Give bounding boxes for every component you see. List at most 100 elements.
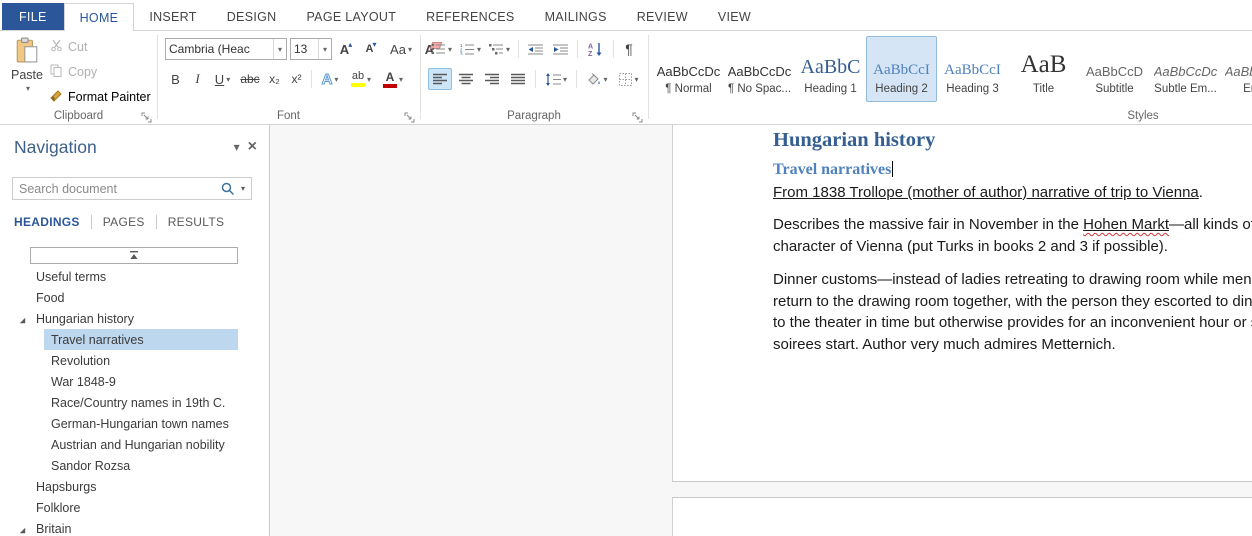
nav-heading-folklore[interactable]: Folklore bbox=[0, 497, 270, 518]
document-heading-1[interactable]: Hungarian history bbox=[773, 129, 1252, 152]
text-effects-button[interactable]: A▾ bbox=[316, 68, 344, 90]
bullets-button[interactable]: ▾ bbox=[428, 38, 455, 60]
collapse-triangle-icon[interactable] bbox=[18, 314, 27, 328]
tab-home[interactable]: HOME bbox=[64, 3, 135, 31]
tab-mailings[interactable]: MAILINGS bbox=[530, 3, 622, 30]
intro-line[interactable]: From 1838 Trollope (mother of author) na… bbox=[773, 184, 1252, 201]
tab-review[interactable]: REVIEW bbox=[622, 3, 703, 30]
nav-heading-useful-terms[interactable]: Useful terms bbox=[0, 266, 270, 287]
format-painter-button[interactable]: Format Painter bbox=[50, 87, 151, 107]
font-name-combo[interactable]: Cambria (Heac ▾ bbox=[165, 38, 287, 60]
style-label: Em... bbox=[1243, 83, 1252, 95]
format-painter-icon bbox=[50, 89, 63, 105]
nav-heading-german-hungarian-town-names[interactable]: German-Hungarian town names bbox=[0, 413, 270, 434]
subscript-button[interactable]: x₂ bbox=[264, 68, 285, 90]
grow-font-button[interactable]: A▴ bbox=[335, 38, 357, 60]
line-spacing-button[interactable]: ▾ bbox=[541, 68, 571, 90]
document-heading-2[interactable]: Travel narratives bbox=[773, 161, 1252, 179]
decrease-indent-button[interactable] bbox=[524, 38, 547, 60]
style-title[interactable]: AaBTitle bbox=[1008, 36, 1079, 102]
styles-group: AaBbCcDc¶ NormalAaBbCcDc¶ No Spac...AaBb… bbox=[648, 31, 1252, 125]
numbering-button[interactable]: 123 ▾ bbox=[457, 38, 484, 60]
change-case-button[interactable]: Aa▾ bbox=[385, 38, 417, 60]
nav-heading-race-country-names-in-19th-c-[interactable]: Race/Country names in 19th C. bbox=[0, 392, 270, 413]
nav-tab-pages[interactable]: PAGES bbox=[103, 215, 145, 229]
navigation-pane: Navigation ▾ × ▾ HEADINGSPAGESRESULTS Us… bbox=[0, 125, 270, 536]
search-dropdown-arrow[interactable]: ▾ bbox=[239, 184, 251, 193]
paste-dropdown-arrow[interactable]: ▾ bbox=[26, 84, 30, 93]
shrink-font-button[interactable]: A▾ bbox=[360, 38, 382, 60]
clipboard-dialog-launcher[interactable] bbox=[141, 110, 153, 122]
nav-tab-headings[interactable]: HEADINGS bbox=[14, 215, 80, 229]
cut-button[interactable]: Cut bbox=[50, 37, 151, 57]
tab-view[interactable]: VIEW bbox=[703, 3, 766, 30]
font-dialog-launcher[interactable] bbox=[404, 110, 416, 122]
tab-design[interactable]: DESIGN bbox=[212, 3, 292, 30]
font-size-dropdown-arrow[interactable]: ▾ bbox=[318, 39, 331, 59]
nav-heading-hungarian-history[interactable]: Hungarian history bbox=[0, 308, 270, 329]
search-icon[interactable] bbox=[217, 182, 239, 196]
nav-heading-revolution[interactable]: Revolution bbox=[0, 350, 270, 371]
style-heading-1[interactable]: AaBbCHeading 1 bbox=[795, 36, 866, 102]
document-canvas: Hungarian history Travel narratives From… bbox=[270, 125, 1252, 536]
style-sample: AaBbCcD bbox=[1086, 64, 1143, 79]
font-color-button[interactable]: A ▾ bbox=[378, 68, 408, 90]
underline-button[interactable]: U▾ bbox=[209, 68, 236, 90]
justify-button[interactable] bbox=[506, 68, 530, 90]
collapse-triangle-icon[interactable] bbox=[18, 524, 27, 536]
copy-button[interactable]: Copy bbox=[50, 62, 151, 82]
nav-heading-austrian-and-hungarian-nobility[interactable]: Austrian and Hungarian nobility bbox=[0, 434, 270, 455]
nav-heading-travel-narratives[interactable]: Travel narratives bbox=[0, 329, 270, 350]
nav-tab-results[interactable]: RESULTS bbox=[168, 215, 225, 229]
style-heading-2[interactable]: AaBbCcIHeading 2 bbox=[866, 36, 937, 102]
multilevel-list-button[interactable]: ▾ bbox=[486, 38, 513, 60]
document-content[interactable]: Hungarian history Travel narratives From… bbox=[773, 129, 1252, 367]
jump-to-top-button[interactable] bbox=[30, 247, 238, 264]
style-no-spac[interactable]: AaBbCcDc¶ No Spac... bbox=[724, 36, 795, 102]
separator bbox=[613, 40, 614, 58]
paragraph-1[interactable]: Describes the massive fair in November i… bbox=[773, 214, 1252, 257]
align-center-button[interactable] bbox=[454, 68, 478, 90]
style-subtitle[interactable]: AaBbCcDSubtitle bbox=[1079, 36, 1150, 102]
paragraph-dialog-launcher[interactable] bbox=[632, 110, 644, 122]
search-box[interactable]: ▾ bbox=[12, 177, 252, 200]
document-page-1[interactable]: Hungarian history Travel narratives From… bbox=[672, 125, 1252, 482]
borders-button[interactable]: ▾ bbox=[614, 68, 644, 90]
tab-file[interactable]: FILE bbox=[2, 3, 64, 30]
style-heading-3[interactable]: AaBbCcIHeading 3 bbox=[937, 36, 1008, 102]
nav-heading-hapsburgs[interactable]: Hapsburgs bbox=[0, 476, 270, 497]
pane-options-arrow-icon[interactable]: ▾ bbox=[228, 140, 246, 154]
document-page-2[interactable] bbox=[672, 497, 1252, 536]
sort-button[interactable]: A Z bbox=[583, 38, 608, 60]
font-size-combo[interactable]: 13 ▾ bbox=[290, 38, 332, 60]
bullets-icon bbox=[431, 43, 446, 55]
nav-heading-food[interactable]: Food bbox=[0, 287, 270, 308]
nav-heading-war-1848-9[interactable]: War 1848-9 bbox=[0, 371, 270, 392]
style-em[interactable]: AaBbCcDcEm... bbox=[1221, 36, 1252, 102]
align-left-icon bbox=[433, 73, 447, 85]
bold-button[interactable]: B bbox=[165, 68, 186, 90]
tab-references[interactable]: REFERENCES bbox=[411, 3, 529, 30]
style-subtle-em[interactable]: AaBbCcDcSubtle Em... bbox=[1150, 36, 1221, 102]
highlight-button[interactable]: ab ▾ bbox=[345, 68, 377, 90]
align-right-button[interactable] bbox=[480, 68, 504, 90]
search-input[interactable] bbox=[13, 182, 217, 196]
tab-insert[interactable]: INSERT bbox=[134, 3, 211, 30]
paragraph-2[interactable]: Dinner customs—instead of ladies retreat… bbox=[773, 269, 1252, 355]
align-left-button[interactable] bbox=[428, 68, 452, 90]
nav-heading-britain[interactable]: Britain bbox=[0, 518, 270, 536]
style-normal[interactable]: AaBbCcDc¶ Normal bbox=[653, 36, 724, 102]
increase-indent-button[interactable] bbox=[549, 38, 572, 60]
close-pane-icon[interactable]: × bbox=[246, 138, 259, 156]
strikethrough-button[interactable]: abc bbox=[237, 68, 263, 90]
show-paragraph-marks-button[interactable]: ¶ bbox=[619, 38, 639, 60]
italic-button[interactable]: I bbox=[187, 68, 208, 90]
nav-heading-label: War 1848-9 bbox=[51, 375, 116, 389]
nav-heading-label: Travel narratives bbox=[51, 333, 144, 347]
nav-heading-sandor-rozsa[interactable]: Sandor Rozsa bbox=[0, 455, 270, 476]
superscript-button[interactable]: x² bbox=[286, 68, 307, 90]
paste-button[interactable]: Paste ▾ bbox=[8, 37, 46, 109]
shading-button[interactable]: ▾ bbox=[582, 68, 612, 90]
tab-page-layout[interactable]: PAGE LAYOUT bbox=[291, 3, 411, 30]
font-name-dropdown-arrow[interactable]: ▾ bbox=[273, 39, 286, 59]
